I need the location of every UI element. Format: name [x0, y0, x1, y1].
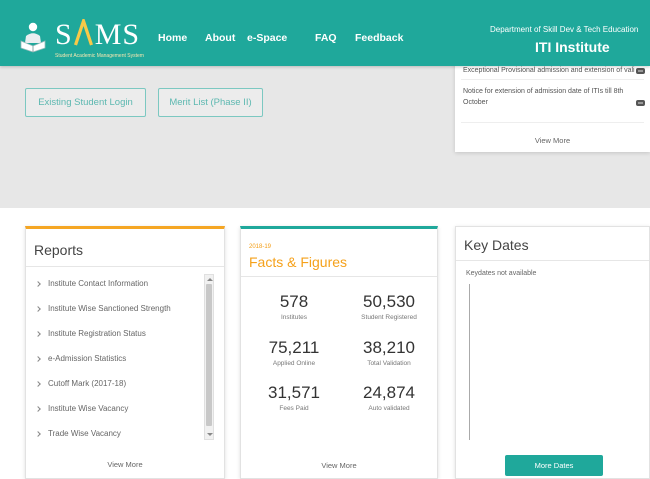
- nav-feedback[interactable]: Feedback: [355, 32, 403, 45]
- report-item-institute-registration-status[interactable]: Institute Registration Status: [26, 321, 224, 346]
- report-item-label: Institute Wise Vacancy: [48, 404, 129, 413]
- nav-about[interactable]: About: [205, 32, 235, 45]
- facts-figures-card: 2018-19 Facts & Figures 578 Institutes 5…: [240, 226, 438, 479]
- notice-divider: [461, 79, 644, 80]
- notice-item[interactable]: Notice for extension of admission date o…: [463, 87, 639, 108]
- key-dates-title: Key Dates: [464, 237, 529, 253]
- stat-label: Applied Online: [272, 360, 316, 367]
- report-item-label: Institute Contact Information: [48, 279, 149, 288]
- chevron-right-icon: [35, 330, 41, 337]
- logo-wordmark: S MS: [55, 18, 140, 50]
- nav-faq[interactable]: FAQ: [315, 32, 337, 45]
- key-dates-empty-message: Keydates not available: [466, 270, 537, 277]
- more-dates-button[interactable]: More Dates: [505, 455, 603, 476]
- report-item-institute-contact-information[interactable]: Institute Contact Information: [26, 271, 224, 296]
- stat-student-registered: 50,530 Student Registered: [341, 291, 437, 322]
- stat-value: 578: [279, 292, 309, 311]
- facts-view-more-link[interactable]: View More: [241, 461, 437, 471]
- report-item-e-admission-statistics[interactable]: e-Admission Statistics: [26, 346, 224, 371]
- report-item-label: e-Admission Statistics: [48, 354, 127, 363]
- divider: [456, 260, 649, 261]
- reports-scrollbar[interactable]: [204, 274, 214, 440]
- page: S MS Student Academic Management System …: [0, 0, 650, 479]
- existing-student-login-button[interactable]: Existing Student Login: [25, 88, 146, 117]
- stat-value: 75,211: [268, 338, 320, 357]
- stat-label: Total Validation: [367, 360, 411, 367]
- reports-list: Institute Contact Information Institute …: [26, 271, 224, 443]
- logo-triangle-icon: [73, 19, 93, 46]
- stat-institutes: 578 Institutes: [249, 291, 339, 322]
- wordmark-right: MS: [94, 18, 141, 51]
- reports-card: Reports Institute Contact Information In…: [25, 226, 225, 479]
- report-item-cutoff-mark[interactable]: Cutoff Mark (2017-18): [26, 371, 224, 396]
- new-badge-icon: [636, 100, 645, 106]
- top-header: S MS Student Academic Management System …: [0, 0, 650, 66]
- reports-view-more-link[interactable]: View More: [26, 460, 224, 470]
- divider: [241, 276, 437, 277]
- stat-value: 24,874: [363, 383, 415, 402]
- facts-year: 2018-19: [249, 244, 272, 250]
- key-dates-card: Key Dates Keydates not available More Da…: [455, 226, 650, 479]
- report-item-institute-wise-vacancy[interactable]: Institute Wise Vacancy: [26, 396, 224, 421]
- stat-value: 31,571: [268, 383, 320, 402]
- stat-auto-validated: 24,874 Auto validated: [341, 382, 437, 413]
- stat-value: 38,210: [363, 338, 415, 357]
- stat-fees-paid: 31,571 Fees Paid: [249, 382, 339, 413]
- report-item-label: Cutoff Mark (2017-18): [48, 379, 127, 388]
- scroll-down-arrow-icon[interactable]: [207, 433, 213, 436]
- sams-logo[interactable]: S MS Student Academic Management System: [18, 18, 144, 62]
- new-badge-icon: [636, 68, 645, 74]
- stat-label: Auto validated: [368, 405, 410, 412]
- notices-view-more-link[interactable]: View More: [455, 136, 650, 145]
- divider: [26, 266, 224, 267]
- reports-title: Reports: [34, 242, 84, 258]
- chevron-right-icon: [35, 305, 41, 312]
- merit-list-button[interactable]: Merit List (Phase II): [158, 88, 263, 117]
- institute-name: ITI Institute: [535, 39, 610, 55]
- department-name: Department of Skill Dev & Tech Education: [490, 25, 639, 34]
- notice-panel: Exceptional Provisional admission and ex…: [455, 56, 650, 152]
- student-reading-icon: [20, 22, 46, 53]
- report-item-label: Institute Wise Sanctioned Strength: [48, 304, 171, 313]
- report-item-institute-wise-sanctioned-strength[interactable]: Institute Wise Sanctioned Strength: [26, 296, 224, 321]
- stat-value: 50,530: [363, 292, 415, 311]
- notice-divider: [461, 122, 644, 123]
- facts-title: Facts & Figures: [249, 254, 348, 270]
- stat-label: Fees Paid: [279, 405, 309, 412]
- chevron-right-icon: [35, 355, 41, 362]
- wordmark-left: S: [55, 18, 73, 51]
- chevron-right-icon: [35, 430, 41, 437]
- stat-label: Institutes: [280, 314, 307, 321]
- report-item-trade-wise-vacancy[interactable]: Trade Wise Vacancy: [26, 421, 224, 443]
- nav-e-space[interactable]: e-Space: [247, 32, 287, 45]
- report-item-label: Institute Registration Status: [48, 329, 146, 338]
- chevron-right-icon: [35, 280, 41, 287]
- scrollbar-thumb[interactable]: [206, 284, 212, 426]
- nav-home[interactable]: Home: [158, 32, 187, 45]
- report-item-label: Trade Wise Vacancy: [48, 429, 121, 438]
- chevron-right-icon: [35, 380, 41, 387]
- notice-item[interactable]: Exceptional Provisional admission and ex…: [463, 66, 635, 77]
- key-dates-scroll-area[interactable]: [469, 284, 639, 440]
- stat-label: Student Registered: [361, 314, 417, 321]
- stat-applied-online: 75,211 Applied Online: [249, 337, 339, 368]
- stat-total-validation: 38,210 Total Validation: [341, 337, 437, 368]
- logo-tagline: Student Academic Management System: [55, 53, 144, 59]
- scroll-up-arrow-icon[interactable]: [207, 278, 213, 281]
- chevron-right-icon: [35, 405, 41, 412]
